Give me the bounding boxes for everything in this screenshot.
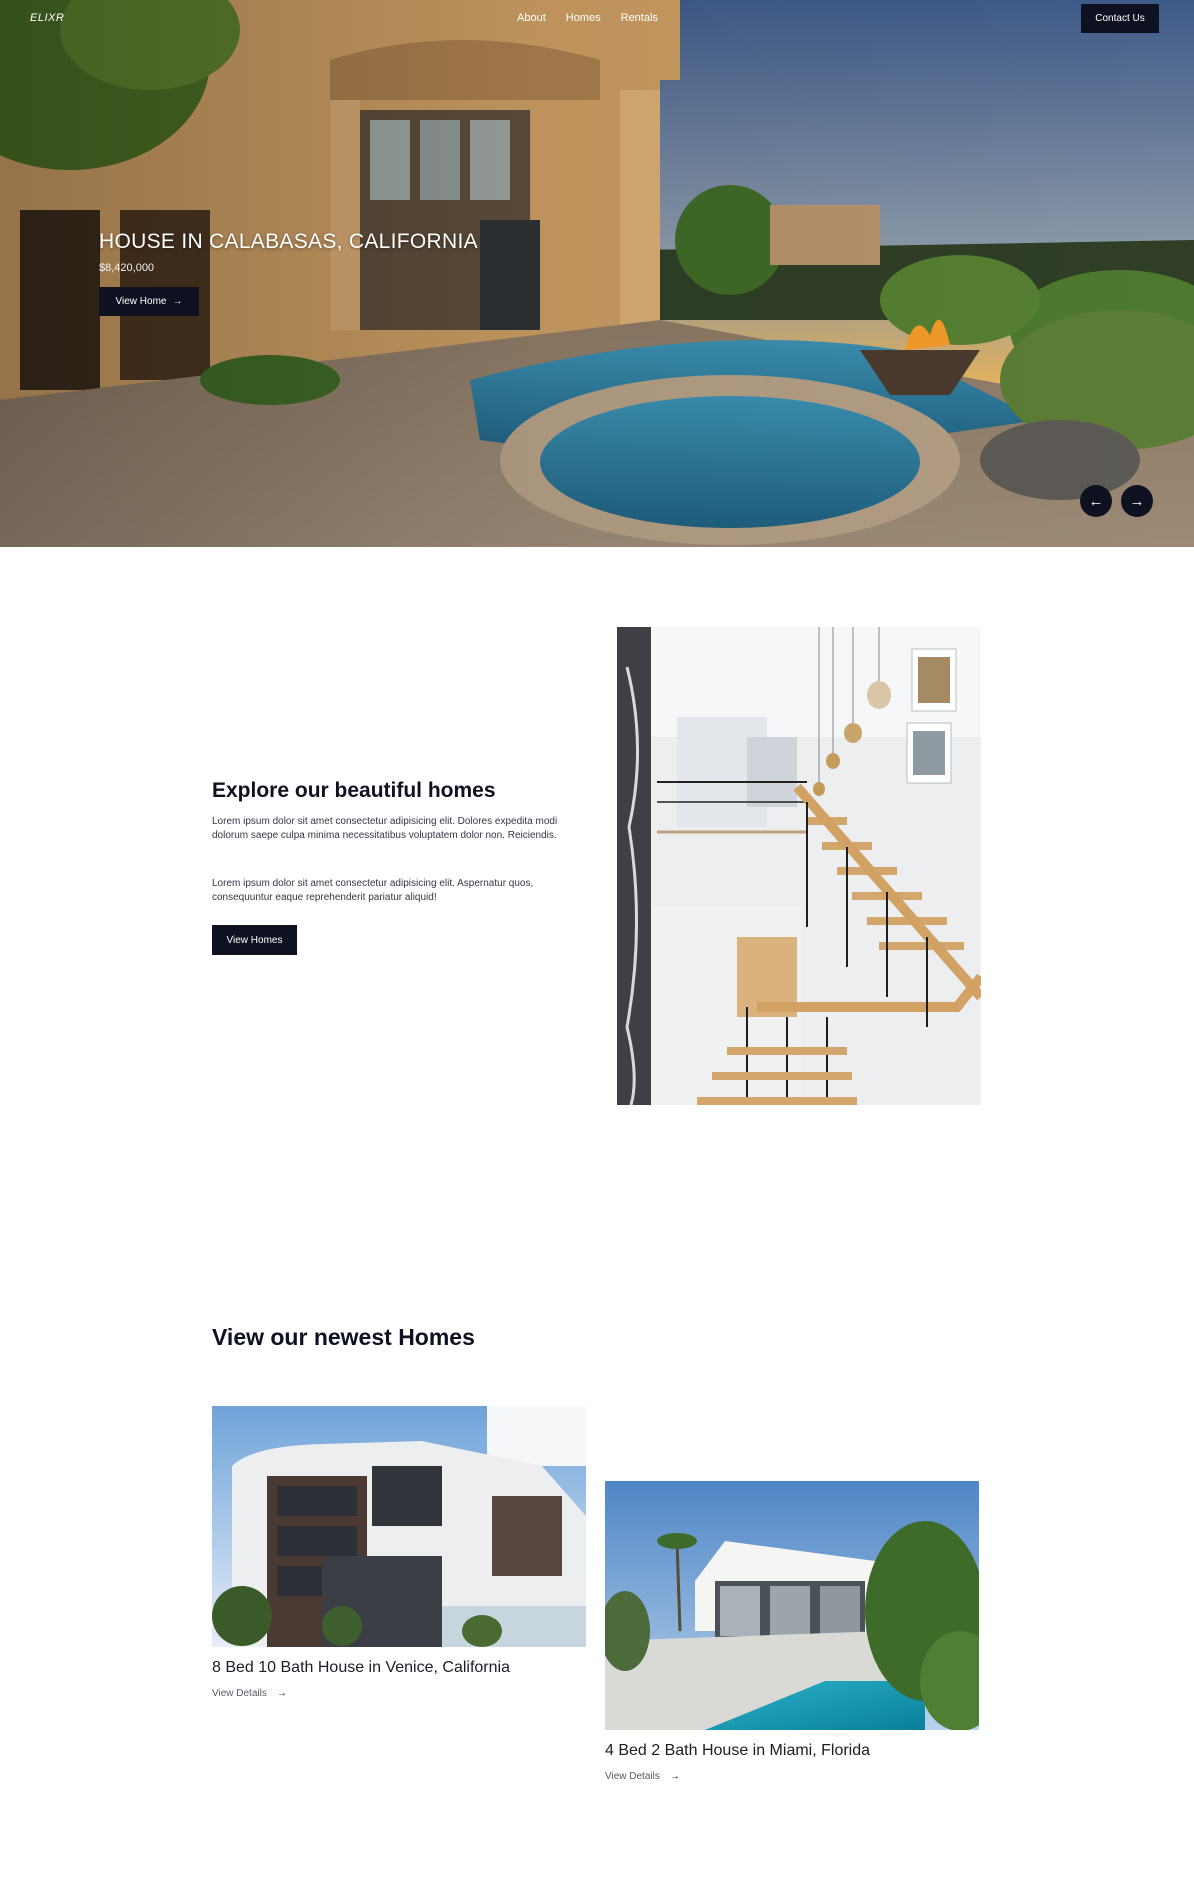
view-details-link[interactable]: View Details →: [605, 1771, 680, 1782]
contact-us-button[interactable]: Contact Us: [1081, 4, 1159, 33]
brand-logo[interactable]: ELIXR: [30, 12, 64, 24]
view-details-label: View Details: [605, 1771, 660, 1782]
view-details-link[interactable]: View Details →: [212, 1688, 287, 1699]
hero-overlay: [0, 0, 1194, 547]
nav-link-homes[interactable]: Homes: [566, 12, 601, 24]
home-card-image[interactable]: [605, 1481, 979, 1730]
hero-section: [0, 0, 1194, 547]
carousel-next-button[interactable]: →: [1121, 485, 1153, 517]
newest-homes-heading: View our newest Homes: [212, 1324, 475, 1350]
explore-paragraph-1: Lorem ipsum dolor sit amet consectetur a…: [212, 816, 558, 841]
top-nav: About Homes Rentals: [517, 12, 658, 24]
nav-link-about[interactable]: About: [517, 12, 546, 24]
arrow-right-icon: →: [172, 296, 183, 307]
carousel-prev-button[interactable]: ←: [1080, 485, 1112, 517]
view-home-label: View Home: [115, 296, 167, 307]
hero-price: $8,420,000: [99, 262, 155, 274]
hero-title: HOUSE IN CALABASAS, CALIFORNIA: [99, 230, 478, 253]
arrow-left-icon: ←: [1088, 492, 1104, 510]
view-homes-button[interactable]: View Homes: [212, 925, 297, 955]
view-home-button[interactable]: View Home →: [99, 287, 199, 316]
arrow-right-icon: →: [669, 1771, 680, 1782]
arrow-right-icon: →: [276, 1688, 287, 1699]
staircase-image: [617, 627, 981, 1105]
home-card-image[interactable]: [212, 1406, 586, 1647]
arrow-right-icon: →: [1129, 492, 1145, 510]
view-details-label: View Details: [212, 1688, 267, 1699]
explore-paragraph-2: Lorem ipsum dolor sit amet consectetur a…: [212, 878, 534, 903]
home-card-title[interactable]: 8 Bed 10 Bath House in Venice, Californi…: [212, 1659, 510, 1677]
explore-heading: Explore our beautiful homes: [212, 779, 496, 802]
nav-link-rentals[interactable]: Rentals: [621, 12, 658, 24]
home-card-title[interactable]: 4 Bed 2 Bath House in Miami, Florida: [605, 1742, 870, 1760]
